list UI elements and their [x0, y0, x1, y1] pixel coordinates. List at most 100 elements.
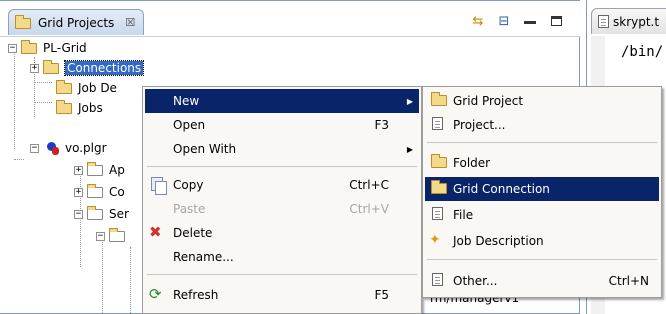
collapse-icon[interactable]: −: [74, 209, 83, 219]
maximize-icon[interactable]: [548, 13, 564, 29]
job-description-icon: ✦: [429, 232, 441, 248]
menu-item-accelerator: F5: [374, 288, 389, 302]
editor-tab-label: skrypt.t: [613, 14, 660, 29]
menu-item-copy[interactable]: Copy Ctrl+C: [145, 173, 419, 197]
new-file-icon: [429, 207, 447, 223]
link-with-editor-icon[interactable]: ⇆: [470, 13, 486, 29]
expand-icon[interactable]: +: [74, 165, 83, 175]
submenu-item-folder[interactable]: Folder: [425, 151, 659, 175]
text-file-icon: [598, 15, 609, 28]
tree-node-vo-plgrid[interactable]: − vo.plgr: [30, 137, 107, 159]
grid-connection-icon: [429, 180, 447, 197]
menu-item-new[interactable]: New ▶: [145, 89, 419, 113]
submenu-item-other[interactable]: Other... Ctrl+N: [425, 269, 659, 293]
tree-node-label: vo.plgr: [65, 141, 107, 155]
tree-node-pl-grid[interactable]: − PL-Grid: [8, 37, 87, 59]
connections-folder-icon: [43, 59, 61, 76]
menu-item-accelerator: Ctrl+C: [349, 178, 389, 192]
menu-item-label: Copy: [173, 178, 204, 192]
tree-node-computing[interactable]: + Co: [74, 181, 125, 203]
tree-node-connections[interactable]: + Connections: [30, 57, 145, 79]
context-menu: New ▶ Open F3 Open With ▶ Copy Ctrl+C Pa…: [142, 86, 422, 314]
virtual-organization-icon: [43, 141, 61, 156]
grid-projects-icon: [15, 14, 33, 30]
tree-node-applications[interactable]: + Ap: [74, 159, 125, 181]
collapse-all-icon[interactable]: ⊟: [496, 13, 512, 29]
expand-icon[interactable]: +: [30, 63, 39, 73]
menu-item-label: Refresh: [173, 288, 219, 302]
menu-item-accelerator: Ctrl+N: [608, 274, 649, 288]
new-submenu: Grid Project Project... Folder Grid Conn…: [422, 86, 662, 298]
menu-item-label: Delete: [173, 226, 213, 240]
view-header: Grid Projects ☒ ⇆ ⊟: [0, 1, 580, 37]
collapse-icon[interactable]: −: [96, 231, 105, 241]
submenu-item-grid-connection[interactable]: Grid Connection: [425, 177, 659, 201]
menu-separator: [147, 166, 417, 167]
grid-project-icon: [429, 92, 447, 109]
submenu-item-job-description[interactable]: ✦ Job Description: [425, 229, 659, 253]
menu-item-label: Job Description: [453, 234, 544, 248]
menu-item-rename[interactable]: Rename...: [145, 245, 419, 269]
tree-node-services[interactable]: − Ser: [74, 203, 129, 225]
folder-icon: [87, 183, 105, 200]
menu-item-label: Folder: [453, 156, 491, 170]
tree-node-label: Ser: [109, 207, 129, 221]
delete-icon: ✖: [149, 223, 162, 241]
tab-label: Grid Projects: [38, 15, 115, 30]
view-toolbar: ⇆ ⊟: [470, 13, 564, 29]
menu-item-label: Rename...: [173, 250, 234, 264]
submenu-item-file[interactable]: File: [425, 203, 659, 227]
menu-item-label: New: [173, 94, 200, 108]
tree-node-service-child[interactable]: −: [96, 225, 127, 247]
submenu-arrow-icon: ▶: [406, 144, 413, 154]
tree-node-job-descriptions[interactable]: Job De: [56, 77, 117, 99]
menu-separator: [427, 259, 657, 260]
menu-item-label: Open: [173, 118, 206, 132]
menu-item-label: Grid Project: [453, 94, 524, 108]
expand-icon[interactable]: +: [74, 187, 83, 197]
collapse-icon[interactable]: −: [30, 143, 39, 153]
submenu-item-grid-project[interactable]: Grid Project: [425, 89, 659, 113]
folder-icon: [56, 79, 74, 96]
copy-icon: [149, 177, 167, 195]
minimize-icon[interactable]: [522, 13, 538, 29]
tab-grid-projects[interactable]: Grid Projects ☒: [8, 9, 145, 35]
tree-node-label: Job De: [78, 81, 117, 95]
tree-node-label: Ap: [109, 163, 125, 177]
tree-node-label: Jobs: [78, 101, 103, 115]
menu-item-paste[interactable]: Paste Ctrl+V: [145, 197, 419, 221]
menu-separator: [427, 142, 657, 143]
menu-item-label: File: [453, 208, 474, 222]
tree-node-label: Connections: [63, 60, 145, 76]
tab-skrypt[interactable]: skrypt.t: [591, 8, 666, 34]
menu-item-delete[interactable]: ✖ Delete: [145, 221, 419, 245]
menu-item-accelerator: Ctrl+V: [349, 202, 389, 216]
menu-item-open[interactable]: Open F3: [145, 113, 419, 137]
editor-code-line[interactable]: /bin/: [621, 44, 663, 60]
tree-node-label: Co: [109, 185, 125, 199]
jobs-folder-icon: [56, 99, 74, 116]
submenu-item-project[interactable]: Project...: [425, 113, 659, 137]
menu-item-accelerator: F3: [374, 118, 389, 132]
menu-item-label: Paste: [173, 202, 206, 216]
new-project-icon: [429, 117, 447, 133]
menu-separator: [147, 274, 417, 275]
menu-item-label: Project...: [453, 118, 506, 132]
new-other-icon: [429, 273, 447, 289]
folder-icon: [109, 227, 127, 244]
folder-icon: [87, 161, 105, 178]
tree-node-jobs[interactable]: Jobs: [56, 97, 103, 119]
refresh-icon: ⟳: [149, 285, 162, 303]
new-folder-icon: [429, 154, 447, 171]
project-folder-icon: [21, 39, 39, 56]
collapse-icon[interactable]: −: [8, 43, 17, 53]
submenu-arrow-icon: ▶: [406, 96, 413, 106]
tab-close-icon[interactable]: ☒: [125, 16, 135, 29]
menu-item-label: Open With: [173, 142, 237, 156]
menu-item-refresh[interactable]: ⟳ Refresh F5: [145, 283, 419, 307]
folder-icon: [87, 205, 105, 222]
menu-item-open-with[interactable]: Open With ▶: [145, 137, 419, 161]
tree-node-label: PL-Grid: [43, 41, 87, 55]
menu-item-label: Grid Connection: [453, 182, 550, 196]
menu-item-label: Other...: [453, 274, 498, 288]
